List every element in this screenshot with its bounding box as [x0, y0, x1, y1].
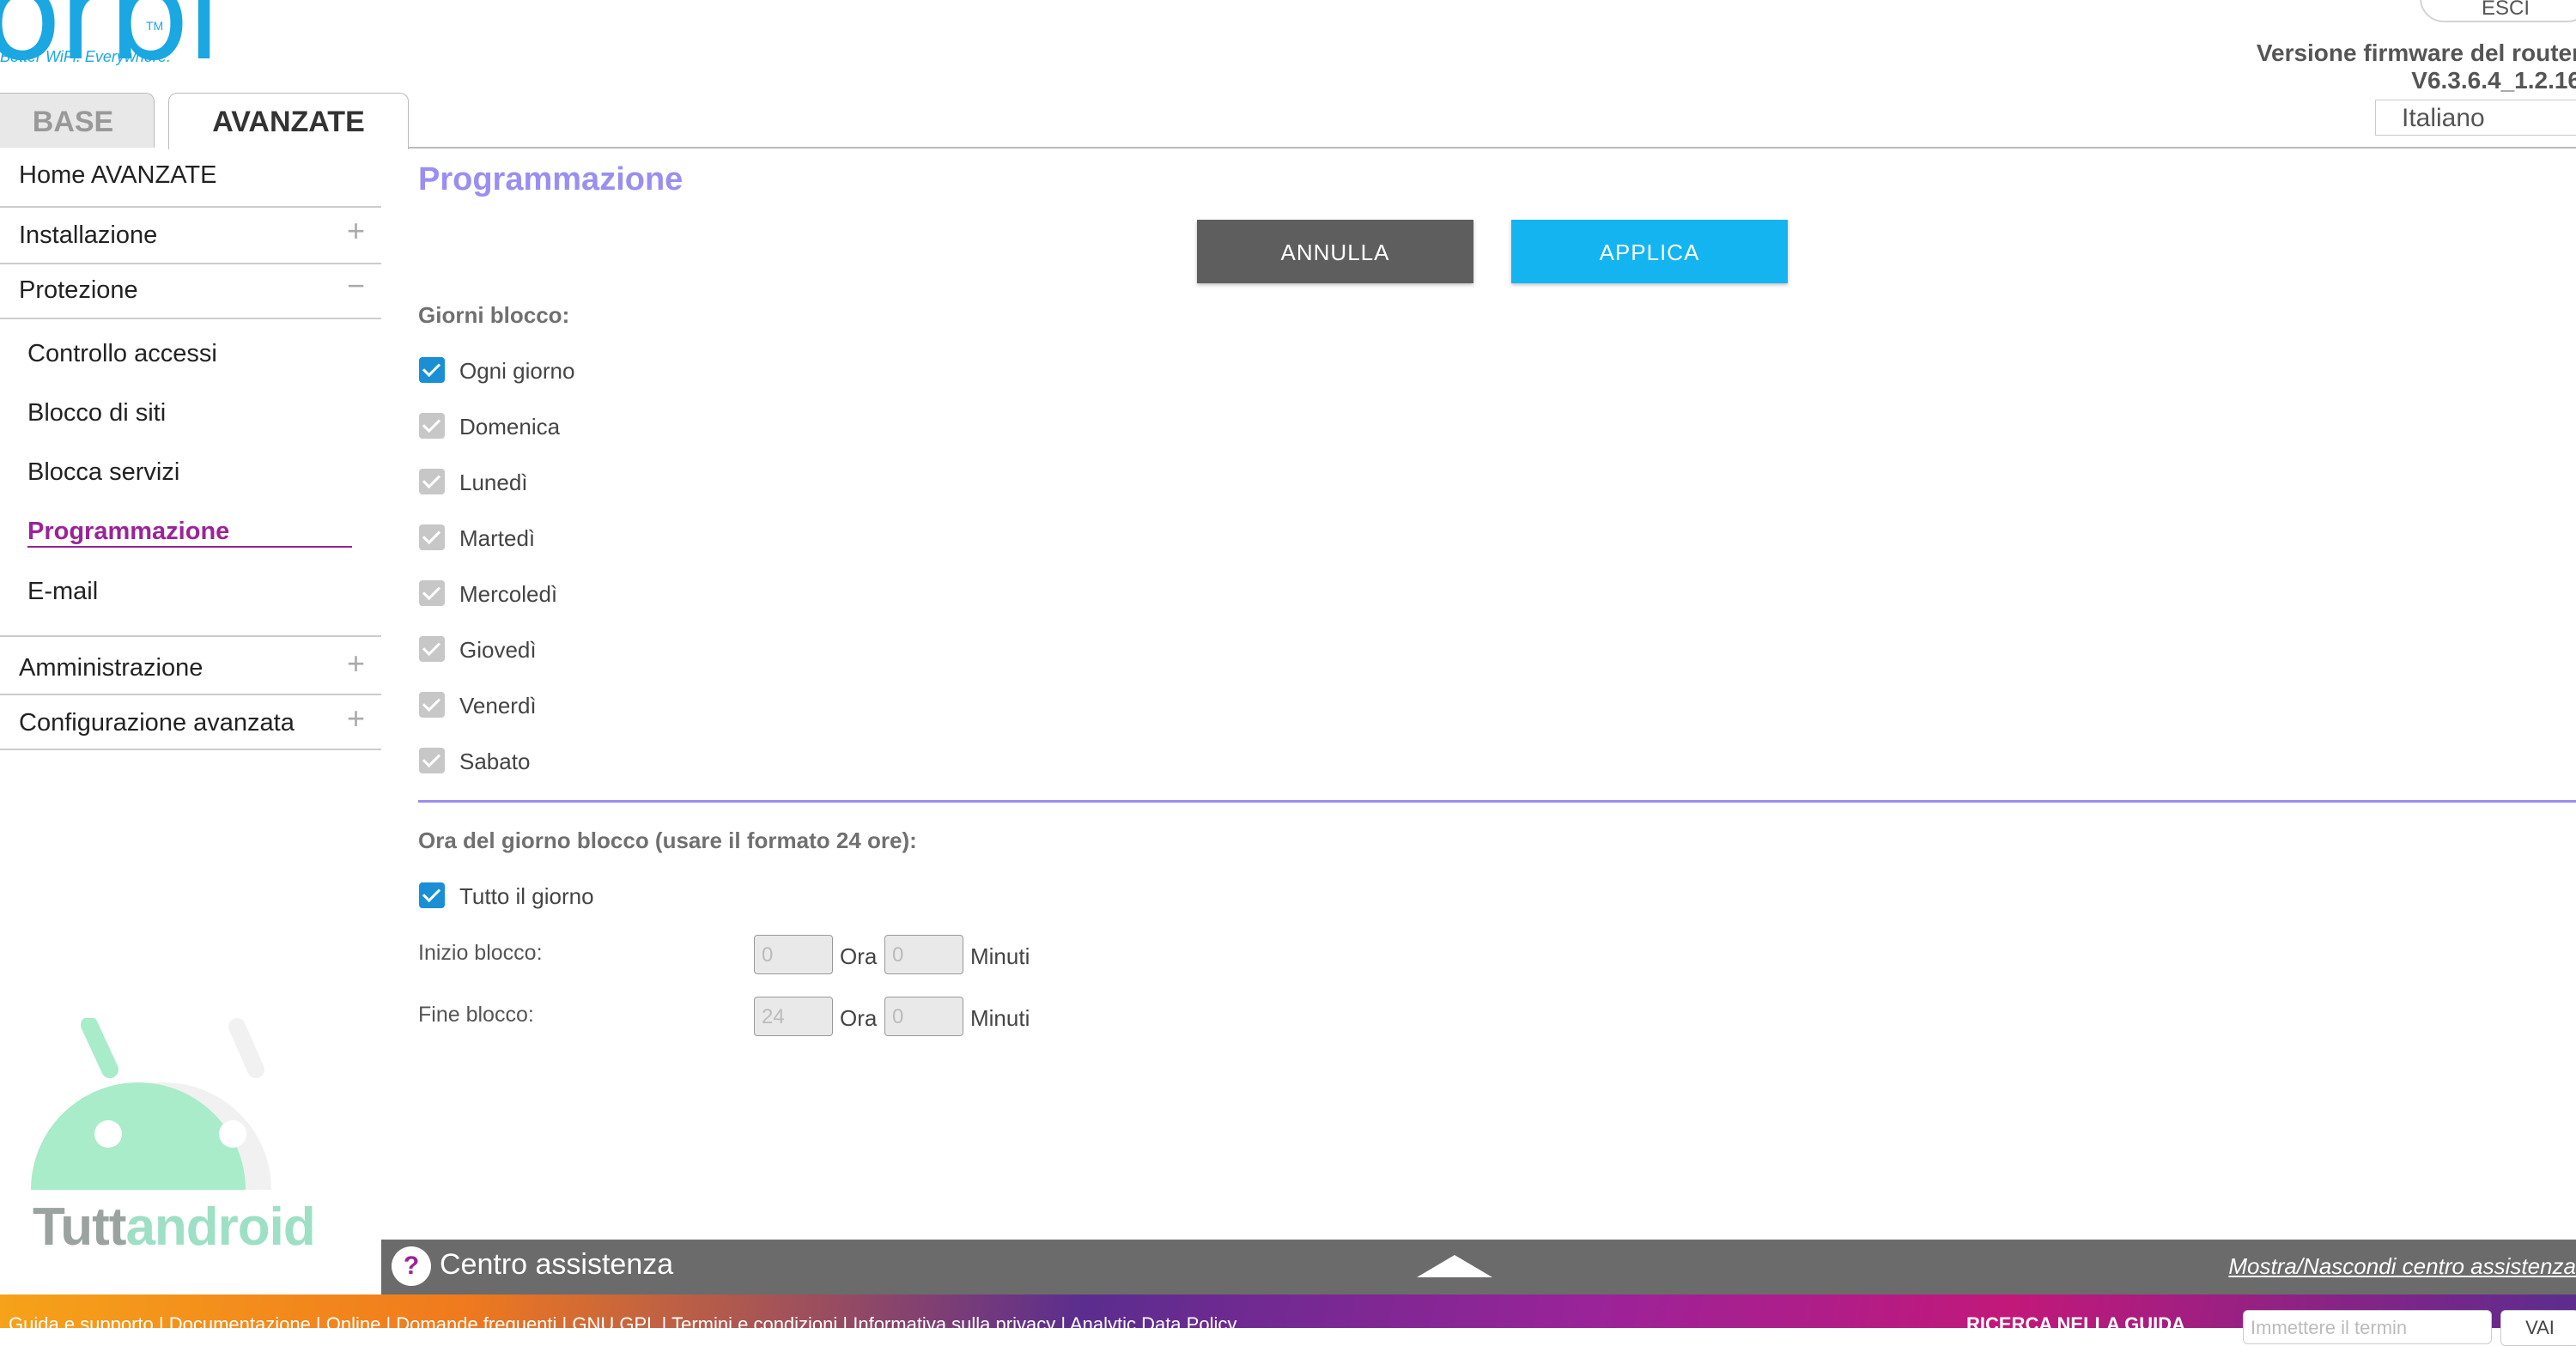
start-block-label: Inizio blocco:	[418, 941, 543, 965]
checkbox-thursday[interactable]	[419, 636, 445, 662]
watermark-part2: android	[125, 1197, 315, 1257]
end-block-label: Fine blocco:	[418, 1003, 534, 1027]
footer-go-button[interactable]: VAI	[2500, 1310, 2576, 1346]
sidebar-subitem-block-services[interactable]: Blocca servizi	[27, 458, 179, 487]
hour-unit-label: Ora	[840, 943, 878, 969]
firmware-label: Versione firmware del router	[2256, 39, 2576, 66]
checkbox-label: Tutto il giorno	[459, 883, 594, 909]
sidebar-subitem-email[interactable]: E-mail	[27, 578, 98, 606]
section-divider	[418, 800, 2576, 803]
sidebar-subitem-block-sites[interactable]: Blocco di siti	[27, 399, 166, 427]
checkbox-label: Venerdì	[459, 693, 537, 718]
apply-button[interactable]: APPLICA	[1511, 220, 1788, 283]
logo-trademark: TM	[146, 19, 164, 33]
sidebar-divider	[0, 206, 381, 208]
checkbox-all-day[interactable]	[419, 882, 445, 908]
checkbox-every-day[interactable]	[419, 357, 445, 383]
help-center-title[interactable]: Centro assistenza	[440, 1248, 673, 1282]
checkbox-label: Mercoledì	[459, 581, 558, 607]
sidebar-divider	[0, 635, 381, 637]
sidebar-subitem-schedule[interactable]: Programmazione	[27, 518, 229, 546]
active-item-underline	[27, 546, 352, 548]
sidebar-item-administration[interactable]: Amministrazione	[19, 654, 203, 682]
expand-plus-icon[interactable]: +	[347, 646, 365, 682]
checkbox-friday[interactable]	[419, 692, 445, 718]
minute-unit-label: Minuti	[970, 1005, 1030, 1031]
footer-search-label: RICERCA NELLA GUIDA	[1966, 1313, 2186, 1335]
checkbox-label: Sabato	[459, 749, 531, 774]
tab-advanced[interactable]: AVANZATE	[168, 93, 409, 149]
block-days-label: Giorni blocco:	[418, 302, 570, 328]
checkbox-label: Martedì	[459, 525, 536, 551]
logout-button[interactable]: ESCI	[2420, 0, 2576, 22]
watermark-part1: Tutt	[33, 1197, 126, 1257]
hour-unit-label: Ora	[840, 1005, 878, 1031]
expand-plus-icon[interactable]: +	[347, 700, 365, 737]
checkbox-label: Giovedì	[459, 637, 537, 663]
minute-unit-label: Minuti	[970, 943, 1030, 969]
sidebar-divider	[0, 749, 381, 750]
footer-search-input[interactable]: Immettere il termin	[2243, 1310, 2492, 1344]
help-toggle-link[interactable]: Mostra/Nascondi centro assistenza	[2228, 1253, 2576, 1280]
sidebar-subitem-access-control[interactable]: Controllo accessi	[27, 340, 217, 368]
checkbox-sunday[interactable]	[419, 413, 445, 439]
logo-tagline: Better WiFi. Everywhere.	[0, 48, 171, 65]
collapse-minus-icon[interactable]: −	[347, 268, 365, 304]
sidebar-item-home[interactable]: Home AVANZATE	[19, 161, 216, 190]
sidebar-item-setup[interactable]: Installazione	[19, 221, 157, 250]
checkbox-wednesday[interactable]	[419, 580, 445, 606]
start-hour-input[interactable]: 0	[754, 935, 833, 974]
checkbox-label: Ogni giorno	[459, 358, 575, 384]
footer-links[interactable]: Guida e supporto | Documentazione | Onli…	[9, 1313, 1236, 1336]
help-question-icon[interactable]: ?	[392, 1246, 431, 1286]
page-title: Programmazione	[418, 161, 683, 197]
firmware-info: Versione firmware del router V6.3.6.4_1.…	[2257, 39, 2576, 94]
expand-arrow-icon[interactable]	[1417, 1255, 1492, 1277]
cancel-button[interactable]: ANNULLA	[1197, 220, 1473, 283]
sidebar-item-security[interactable]: Protezione	[19, 276, 138, 305]
sidebar-divider	[0, 694, 381, 695]
sidebar-item-advanced-setup[interactable]: Configurazione avanzata	[19, 709, 295, 737]
language-select[interactable]: Italiano	[2375, 100, 2576, 136]
block-time-label: Ora del giorno blocco (usare il formato …	[418, 828, 917, 853]
start-minute-input[interactable]: 0	[884, 935, 963, 974]
checkbox-tuesday[interactable]	[419, 524, 445, 550]
sidebar-divider	[0, 318, 381, 319]
checkbox-label: Domenica	[459, 414, 561, 440]
checkbox-monday[interactable]	[419, 469, 445, 494]
end-minute-input[interactable]: 0	[884, 997, 963, 1036]
tuttoandroid-watermark: Tuttandroid	[33, 1197, 316, 1258]
checkbox-saturday[interactable]	[419, 748, 445, 773]
firmware-version: V6.3.6.4_1.2.16	[2411, 67, 2576, 94]
checkbox-label: Lunedì	[459, 470, 528, 495]
tab-basic[interactable]: BASE	[0, 93, 155, 148]
end-hour-input[interactable]: 24	[754, 997, 833, 1036]
sidebar-divider	[0, 263, 381, 264]
orbi-logo: orbi	[0, 0, 222, 89]
android-robot-watermark-icon	[31, 1018, 271, 1190]
tab-divider	[409, 147, 2576, 149]
expand-plus-icon[interactable]: +	[347, 213, 365, 249]
